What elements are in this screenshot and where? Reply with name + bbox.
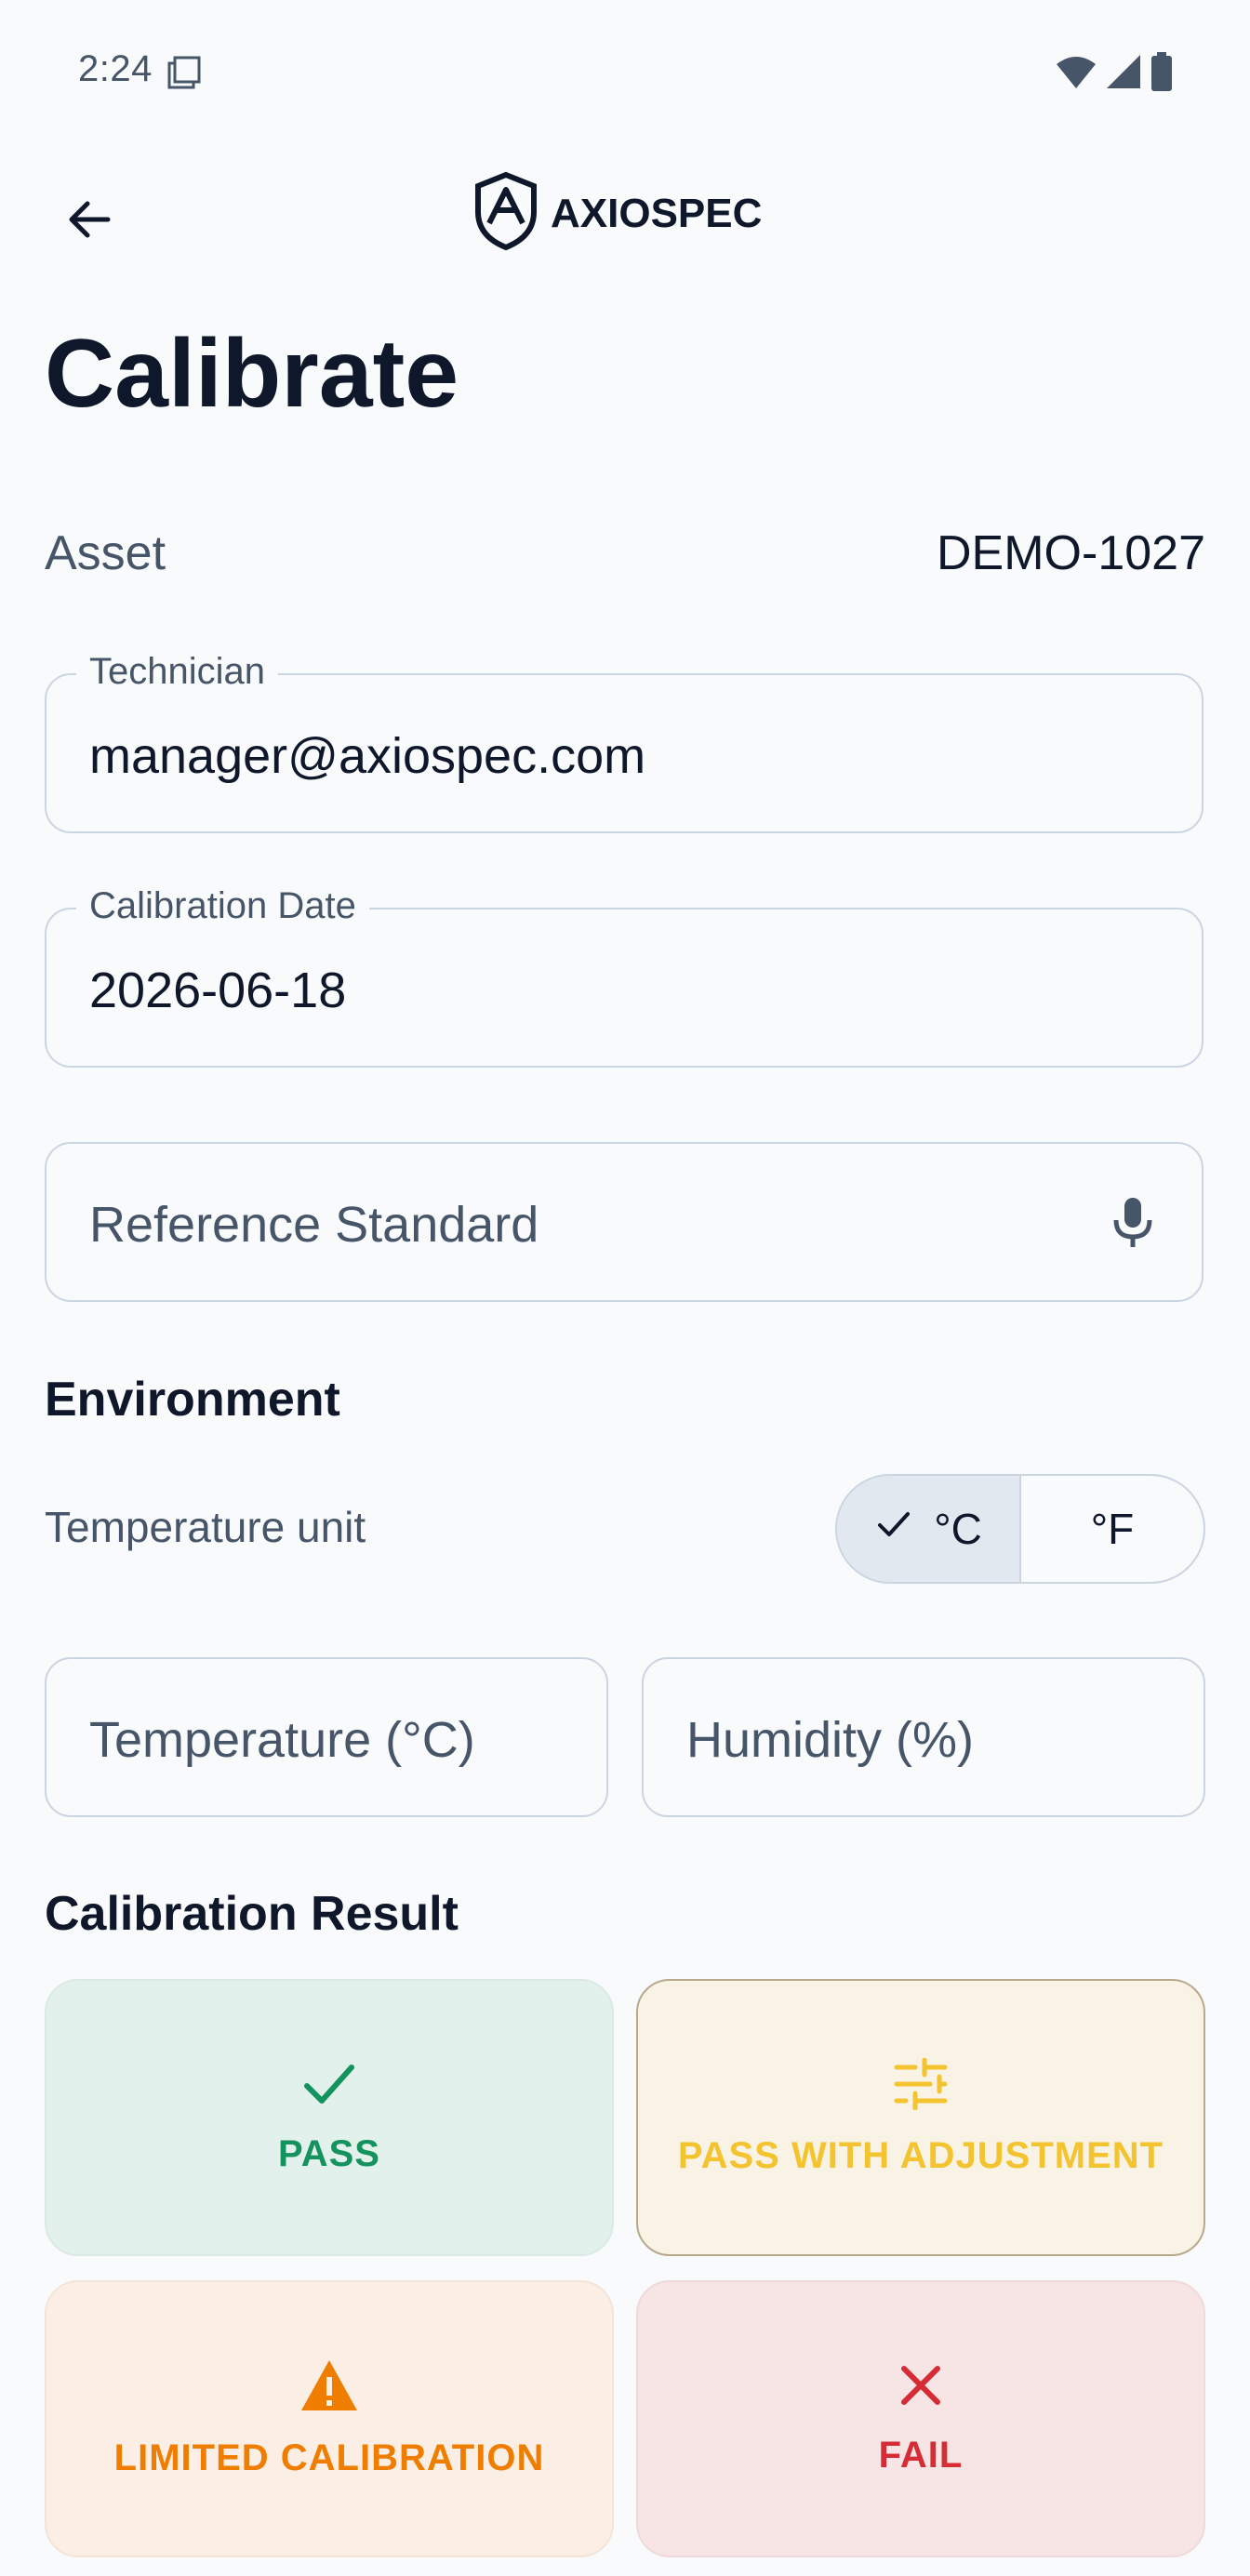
- result-pass-label: PASS: [278, 2133, 380, 2174]
- calibration-result-heading: Calibration Result: [45, 1887, 459, 1941]
- calibration-date-field[interactable]: Calibration Date 2026-06-18: [45, 885, 1203, 1068]
- check-icon: [301, 2060, 357, 2113]
- check-icon: [874, 1504, 913, 1554]
- microphone-icon: [1109, 1194, 1157, 1255]
- result-limited-calibration-label: LIMITED CALIBRATION: [113, 2437, 545, 2478]
- humidity-input[interactable]: Humidity (%): [642, 1657, 1205, 1817]
- result-pass-button[interactable]: PASS: [45, 1979, 614, 2256]
- temperature-unit-row: Temperature unit °C °F: [45, 1474, 1205, 1586]
- status-bar: 2:24: [0, 0, 1250, 149]
- technician-label: Technician: [76, 651, 279, 693]
- unit-option-fahrenheit[interactable]: °F: [1021, 1476, 1203, 1582]
- warning-icon: [299, 2358, 359, 2417]
- humidity-placeholder: Humidity (%): [686, 1712, 975, 1768]
- battery-icon: [1150, 52, 1174, 96]
- temperature-unit-toggle: °C °F: [835, 1474, 1205, 1584]
- calibration-date-label: Calibration Date: [76, 885, 369, 927]
- calibration-date-value: 2026-06-18: [89, 963, 347, 1018]
- result-limited-calibration-button[interactable]: LIMITED CALIBRATION: [45, 2280, 614, 2557]
- status-time: 2:24: [78, 48, 153, 89]
- unit-option-celsius-label: °C: [934, 1505, 982, 1553]
- page-title: Calibrate: [45, 320, 459, 428]
- technician-field[interactable]: Technician manager@axiospec.com: [45, 651, 1203, 833]
- unit-option-celsius[interactable]: °C: [837, 1476, 1021, 1582]
- result-pass-with-adjustment-label: PASS WITH ADJUSTMENT: [677, 2135, 1164, 2176]
- environment-heading: Environment: [45, 1373, 340, 1427]
- asset-label: Asset: [45, 526, 166, 580]
- reference-standard-field[interactable]: Reference Standard: [45, 1142, 1203, 1302]
- brand-logo: AXIOSPEC: [472, 171, 762, 256]
- voice-input-button[interactable]: [1092, 1183, 1174, 1265]
- reference-standard-placeholder: Reference Standard: [89, 1197, 539, 1253]
- unit-option-fahrenheit-label: °F: [1090, 1505, 1135, 1553]
- arrow-left-icon: [61, 192, 117, 252]
- top-app-bar: AXIOSPEC: [0, 158, 1250, 270]
- result-fail-button[interactable]: FAIL: [636, 2280, 1205, 2557]
- temperature-input[interactable]: Temperature (°C): [45, 1657, 608, 1817]
- signal-icon: [1105, 53, 1142, 95]
- temperature-placeholder: Temperature (°C): [89, 1712, 475, 1768]
- temperature-unit-label: Temperature unit: [45, 1503, 366, 1551]
- notification-icon: [166, 54, 203, 96]
- asset-value: DEMO-1027: [937, 526, 1205, 580]
- technician-value: manager@axiospec.com: [89, 728, 646, 784]
- brand-name: AXIOSPEC: [551, 190, 763, 236]
- result-fail-label: FAIL: [878, 2435, 964, 2476]
- wifi-icon: [1055, 53, 1097, 95]
- asset-row: Asset DEMO-1027: [45, 525, 1205, 581]
- sliders-icon: [893, 2057, 949, 2115]
- result-pass-with-adjustment-button[interactable]: PASS WITH ADJUSTMENT: [636, 1979, 1205, 2256]
- close-icon: [897, 2361, 945, 2414]
- back-button[interactable]: [47, 179, 132, 264]
- shield-logo-icon: [472, 171, 539, 256]
